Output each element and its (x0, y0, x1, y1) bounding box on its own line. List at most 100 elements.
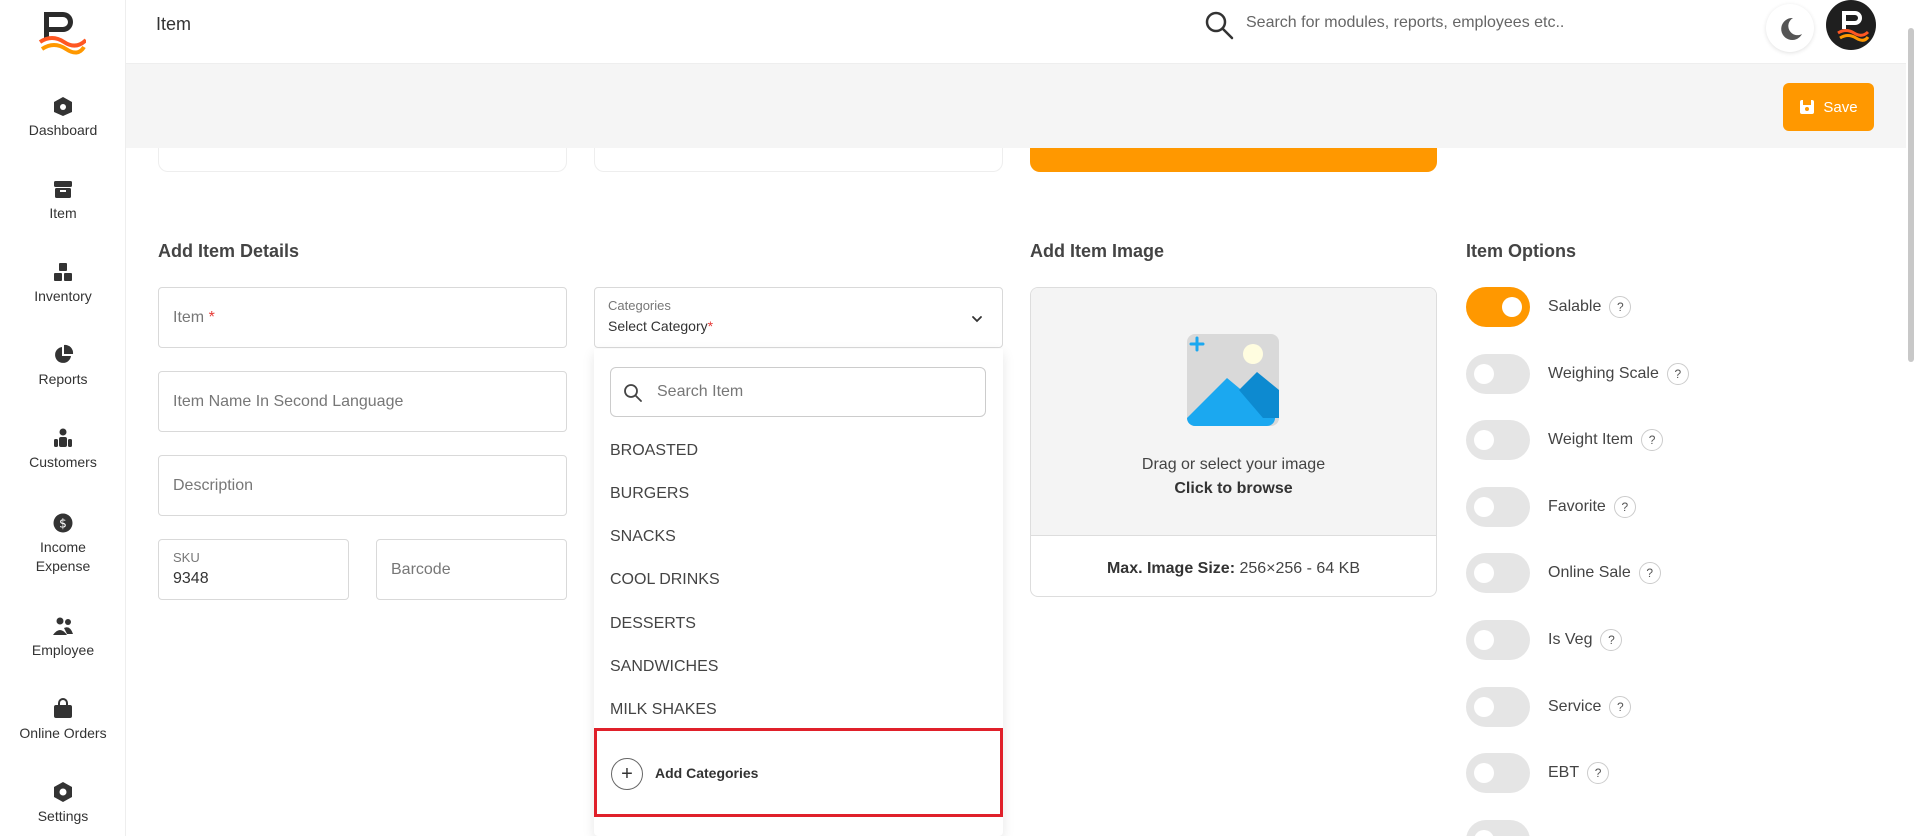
max-image-size: Max. Image Size: 256×256 - 64 KB (1031, 560, 1436, 578)
category-label: Categories (608, 298, 671, 313)
item-name-field[interactable]: Item * (158, 287, 567, 348)
item-box-icon (54, 181, 72, 198)
inventory-icon (54, 263, 72, 281)
sidebar-item-online-orders[interactable]: Online Orders (0, 698, 126, 743)
category-option[interactable]: SANDWICHES (610, 658, 718, 676)
action-bar: Save (126, 64, 1916, 148)
search-icon[interactable] (1204, 10, 1234, 40)
help-icon[interactable]: ? (1638, 562, 1661, 584)
max-size-label: Max. Image Size: (1106, 560, 1236, 577)
save-button-label: Save (1823, 98, 1858, 116)
image-dropzone[interactable]: Drag or select your image Click to brows… (1031, 288, 1436, 536)
sidebar-item-income-expense[interactable]: $ Income Expense (0, 512, 126, 576)
brand-logo[interactable] (38, 10, 86, 56)
second-language-name-field[interactable]: Item Name In Second Language (158, 371, 567, 432)
option-row-ebt: EBT ? (1466, 753, 1610, 793)
weighing-scale-toggle[interactable] (1466, 354, 1530, 394)
add-categories-label: Add Categories (655, 765, 759, 781)
customers-icon (54, 428, 72, 447)
sku-label: SKU (173, 550, 200, 565)
sidebar-item-label: Item (49, 205, 77, 221)
card-bottom-edge (158, 148, 567, 172)
barcode-field[interactable]: Barcode (376, 539, 567, 600)
add-image-icon (1187, 334, 1279, 426)
avatar[interactable] (1826, 0, 1876, 50)
favorite-toggle[interactable] (1466, 487, 1530, 527)
category-option[interactable]: COOL DRINKS (610, 571, 720, 589)
category-select[interactable]: Categories Select Category* (594, 287, 1003, 348)
category-search-input[interactable]: Search Item (610, 367, 986, 417)
help-icon[interactable]: ? (1609, 296, 1632, 318)
option-row-salable: Salable ? (1466, 287, 1632, 327)
option-label: Online Sale (1548, 564, 1631, 581)
barcode-placeholder: Barcode (391, 560, 451, 578)
top-bar: Item Search for modules, reports, employ… (126, 0, 1916, 64)
help-icon[interactable]: ? (1666, 363, 1689, 385)
bag-icon (54, 698, 72, 718)
ebt-toggle[interactable] (1466, 753, 1530, 793)
next-option-toggle[interactable] (1466, 820, 1530, 836)
page-title: Item (156, 14, 192, 34)
category-option[interactable]: BURGERS (610, 485, 689, 503)
sidebar: Dashboard Item Inventory Reports Custome… (0, 0, 126, 836)
image-upload-box: Drag or select your image Click to brows… (1030, 287, 1437, 597)
option-label: Service (1548, 698, 1602, 715)
page-scrollbar[interactable] (1906, 0, 1916, 836)
service-toggle[interactable] (1466, 687, 1530, 727)
sidebar-item-label: Online Orders (19, 725, 107, 741)
item-name-placeholder: Item (173, 308, 205, 326)
sku-value: 9348 (173, 570, 209, 587)
online-sale-toggle[interactable] (1466, 553, 1530, 593)
theme-toggle-button[interactable] (1766, 4, 1814, 52)
help-icon[interactable]: ? (1613, 496, 1636, 518)
option-label: Favorite (1548, 498, 1606, 515)
category-option[interactable]: MILK SHAKES (610, 701, 717, 719)
sidebar-item-label: Inventory (34, 288, 92, 304)
sku-field[interactable]: SKU 9348 (158, 539, 349, 600)
option-row-online-sale: Online Sale ? (1466, 553, 1661, 593)
employee-icon (53, 617, 73, 635)
click-to-browse-link[interactable]: Click to browse (1031, 480, 1436, 498)
sidebar-item-dashboard[interactable]: Dashboard (0, 95, 126, 140)
drag-drop-text: Drag or select your image (1141, 456, 1326, 473)
description-placeholder: Description (173, 476, 254, 494)
category-option[interactable]: BROASTED (610, 442, 698, 460)
card-bottom-edge (594, 148, 1003, 172)
option-row-service: Service ? (1466, 687, 1632, 727)
section-title-item-details: Add Item Details (158, 241, 300, 261)
user-logo-icon (1837, 11, 1870, 42)
sidebar-item-customers[interactable]: Customers (0, 427, 126, 472)
chevron-down-icon (972, 316, 982, 323)
help-icon[interactable]: ? (1587, 762, 1610, 784)
category-option[interactable]: DESSERTS (610, 615, 696, 633)
is-veg-toggle[interactable] (1466, 620, 1530, 660)
svg-text:$: $ (59, 517, 67, 531)
description-field[interactable]: Description (158, 455, 567, 516)
moon-icon (1781, 17, 1802, 40)
sidebar-item-inventory[interactable]: Inventory (0, 261, 126, 306)
category-selected-value: Select Category (608, 318, 708, 334)
sidebar-item-employee[interactable]: Employee (0, 615, 126, 660)
option-row-weight-item: Weight Item ? (1466, 420, 1664, 460)
add-categories-button[interactable]: + Add Categories (594, 728, 1003, 817)
salable-toggle[interactable] (1466, 287, 1530, 327)
option-row-partial (1466, 820, 1530, 836)
save-button[interactable]: Save (1783, 83, 1874, 131)
sidebar-item-item[interactable]: Item (0, 178, 126, 223)
category-option[interactable]: SNACKS (610, 528, 676, 546)
option-row-is-veg: Is Veg ? (1466, 620, 1623, 660)
help-icon[interactable]: ? (1600, 629, 1623, 651)
help-icon[interactable]: ? (1609, 696, 1632, 718)
settings-icon (54, 782, 72, 802)
sidebar-item-label: Income Expense (35, 539, 91, 574)
sidebar-item-reports[interactable]: Reports (0, 344, 126, 389)
weight-item-toggle[interactable] (1466, 420, 1530, 460)
help-icon[interactable]: ? (1641, 429, 1664, 451)
section-title-item-image: Add Item Image (1030, 241, 1165, 261)
required-mark: * (707, 318, 714, 334)
sidebar-item-settings[interactable]: Settings (0, 781, 126, 826)
dollar-icon: $ (53, 513, 73, 533)
option-label: EBT (1548, 764, 1580, 781)
global-search-input[interactable]: Search for modules, reports, employees e… (1246, 14, 1564, 32)
scrollbar-thumb[interactable] (1908, 28, 1914, 362)
